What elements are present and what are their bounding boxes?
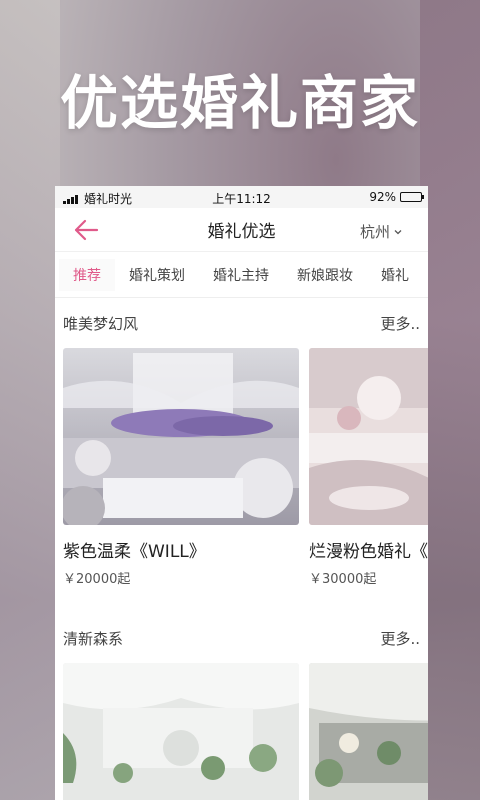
category-tabs: 推荐 婚礼策划 婚礼主持 新娘跟妆 婚礼 bbox=[55, 252, 428, 298]
wedding-card[interactable] bbox=[309, 663, 428, 800]
wedding-photo-forest-2 bbox=[309, 663, 428, 800]
status-bar: 婚礼时光 上午11:12 92% bbox=[55, 186, 428, 208]
more-link[interactable]: 更多.. bbox=[380, 628, 420, 649]
card-price: ￥20000起 bbox=[63, 572, 131, 587]
more-link[interactable]: 更多.. bbox=[380, 313, 420, 334]
section-title: 清新森系 bbox=[63, 629, 124, 648]
wedding-photo-forest bbox=[63, 663, 299, 800]
card-price: ￥30000起 bbox=[309, 572, 377, 587]
wedding-card[interactable] bbox=[63, 663, 299, 800]
section-header: 清新森系 更多.. bbox=[55, 613, 428, 663]
tab-host[interactable]: 婚礼主持 bbox=[199, 265, 283, 285]
page-title: 婚礼优选 bbox=[207, 222, 276, 242]
city-selector[interactable]: 杭州 bbox=[360, 221, 402, 242]
wedding-photo-purple bbox=[63, 348, 299, 525]
tab-bridal-makeup[interactable]: 新娘跟妆 bbox=[283, 265, 367, 285]
chevron-down-icon bbox=[394, 229, 402, 234]
battery-icon bbox=[400, 192, 424, 202]
tab-recommend[interactable]: 推荐 bbox=[59, 258, 115, 291]
tab-wedding-more[interactable]: 婚礼 bbox=[367, 265, 423, 285]
card-title: 烂漫粉色婚礼《 bbox=[309, 542, 428, 562]
card-row: 紫色温柔《WILL》 ￥20000起 烂漫粉色婚礼《 ￥30000起 bbox=[55, 348, 428, 587]
card-row bbox=[55, 663, 428, 800]
wedding-photo-pink bbox=[309, 348, 428, 525]
section-header: 唯美梦幻风 更多.. bbox=[55, 298, 428, 348]
wedding-card[interactable]: 紫色温柔《WILL》 ￥20000起 bbox=[63, 348, 299, 587]
nav-bar: 婚礼优选 杭州 bbox=[55, 208, 428, 252]
section-title: 唯美梦幻风 bbox=[63, 314, 139, 333]
promo-headline: 优选婚礼商家 bbox=[59, 69, 420, 137]
battery-percent: 92% bbox=[369, 190, 396, 204]
city-label: 杭州 bbox=[359, 223, 390, 241]
wedding-card[interactable]: 烂漫粉色婚礼《 ￥30000起 bbox=[309, 348, 428, 587]
tab-planning[interactable]: 婚礼策划 bbox=[115, 265, 199, 285]
phone-screen: 婚礼时光 上午11:12 92% 婚礼优选 杭州 推荐 婚礼策划 婚礼主持 新娘… bbox=[55, 186, 428, 800]
card-title: 紫色温柔《WILL》 bbox=[63, 542, 206, 562]
arrow-left-icon[interactable] bbox=[73, 218, 99, 242]
